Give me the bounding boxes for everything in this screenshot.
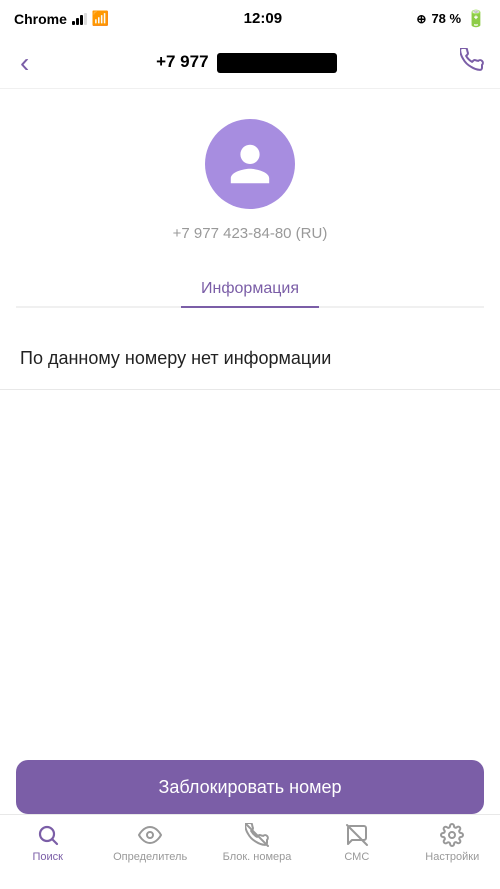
eye-icon — [138, 823, 162, 847]
nav-header: ‹ +7 977 — [0, 37, 500, 89]
block-button[interactable]: Заблокировать номер — [16, 760, 484, 814]
bottom-nav-settings[interactable]: Настройки — [422, 823, 482, 863]
call-button[interactable] — [460, 48, 484, 78]
app-name: Chrome — [14, 11, 67, 27]
tab-information[interactable]: Информация — [181, 272, 319, 308]
bottom-nav-caller-id-label: Определитель — [113, 851, 187, 863]
phone-prefix: +7 977 — [156, 52, 213, 71]
bottom-nav-block-label: Блок. номера — [223, 851, 292, 863]
bottom-nav-settings-label: Настройки — [425, 851, 479, 863]
wifi-icon: 📶 — [92, 10, 109, 27]
status-right: ⊕ 78 % 🔋 — [416, 9, 486, 29]
avatar — [205, 119, 295, 209]
nav-title: +7 977 — [33, 52, 460, 73]
bottom-nav-block[interactable]: Блок. номера — [223, 823, 292, 863]
bottom-nav-sms-label: СМС — [344, 851, 369, 863]
bottom-nav-sms[interactable]: СМС — [327, 823, 387, 863]
back-button[interactable]: ‹ — [16, 43, 33, 83]
contact-section: +7 977 423-84-80 (RU) — [0, 89, 500, 272]
satellite-icon: ⊕ — [416, 12, 426, 26]
status-bar: Chrome 📶 12:09 ⊕ 78 % 🔋 — [0, 0, 500, 37]
bottom-nav-search-label: Поиск — [32, 851, 62, 863]
gear-icon — [440, 823, 464, 847]
no-info-section: По данному номеру нет информации — [0, 308, 500, 390]
no-info-text: По данному номеру нет информации — [20, 348, 480, 369]
bottom-nav-search[interactable]: Поиск — [18, 823, 78, 863]
signal-icon — [72, 13, 87, 25]
main-content — [0, 390, 500, 690]
battery-text: 78 % — [431, 11, 461, 26]
clock: 12:09 — [244, 10, 282, 27]
battery-icon: 🔋 — [466, 9, 486, 29]
status-left: Chrome 📶 — [14, 10, 109, 27]
bottom-nav: Поиск Определитель Блок. номера СМС Наст… — [0, 814, 500, 889]
bottom-nav-caller-id[interactable]: Определитель — [113, 823, 187, 863]
tabs-section: Информация — [16, 272, 484, 308]
block-button-section: Заблокировать номер — [16, 760, 484, 814]
search-icon — [36, 823, 60, 847]
block-icon — [245, 823, 269, 847]
hidden-number — [217, 53, 337, 73]
phone-number-full: +7 977 423-84-80 (RU) — [173, 225, 328, 242]
sms-icon — [345, 823, 369, 847]
